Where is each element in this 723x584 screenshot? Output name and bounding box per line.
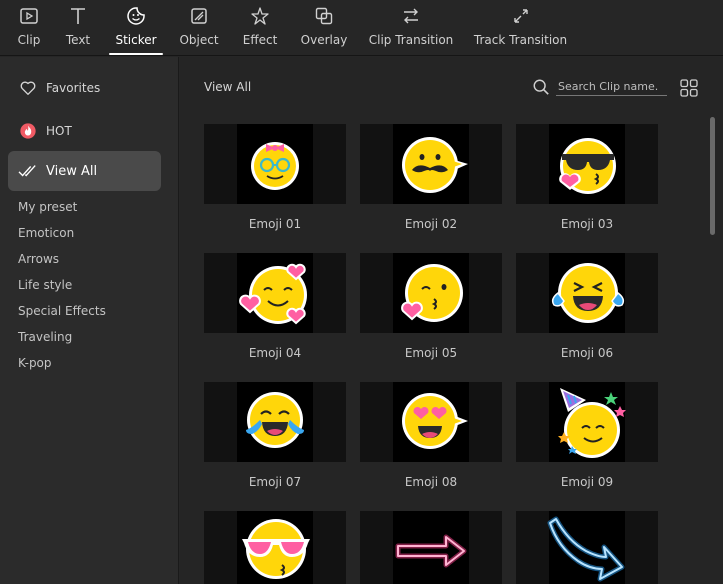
sticker-thumbnail — [204, 124, 346, 204]
emoji-glasses-bow-icon — [251, 142, 299, 190]
sticker-thumbnail — [516, 253, 658, 333]
tab-object[interactable]: Object — [179, 0, 219, 56]
emoji-mustache-icon — [402, 137, 468, 193]
tab-effect[interactable]: Effect — [243, 0, 277, 56]
text-icon — [67, 5, 89, 27]
sticker-card-neon-arrow-blue[interactable] — [516, 511, 658, 584]
sticker-label: Emoji 06 — [560, 346, 614, 360]
grid-view-icon[interactable] — [680, 79, 698, 97]
search-input[interactable] — [556, 78, 667, 96]
object-icon — [188, 5, 210, 27]
effect-icon — [249, 5, 271, 27]
overlay-icon — [313, 5, 335, 27]
tab-clip[interactable]: Clip — [14, 0, 44, 56]
sidebar-category-life-style[interactable]: Life style — [18, 278, 72, 292]
tab-text[interactable]: Text — [64, 0, 92, 56]
sidebar-category-k-pop[interactable]: K-pop — [18, 356, 52, 370]
sticker-thumbnail — [204, 253, 346, 333]
sticker-thumbnail — [516, 511, 658, 584]
clip-icon — [18, 5, 40, 27]
track-transition-icon — [510, 5, 532, 27]
sticker-label: Emoji 08 — [404, 475, 458, 489]
sticker-card-emoji-10[interactable] — [204, 511, 346, 584]
sidebar-category-traveling[interactable]: Traveling — [18, 330, 72, 344]
sticker-label: Emoji 02 — [404, 217, 458, 231]
sticker-label: Emoji 04 — [248, 346, 302, 360]
tab-clip-transition[interactable]: Clip Transition — [369, 0, 453, 56]
top-tab-bar: Clip Text Sticker Object Effect Overlay — [0, 0, 723, 56]
sticker-card-emoji-01[interactable]: Emoji 01 — [204, 124, 346, 231]
emoji-blowing-kiss-icon — [401, 264, 463, 322]
hot-icon — [18, 121, 38, 141]
tab-track-transition[interactable]: Track Transition — [474, 0, 567, 56]
sticker-card-emoji-04[interactable]: Emoji 04 — [204, 253, 346, 360]
sticker-thumbnail — [360, 124, 502, 204]
emoji-heart-eyes-icon — [402, 393, 468, 449]
sticker-thumbnail — [204, 511, 346, 584]
sticker-thumbnail — [204, 382, 346, 462]
sidebar-category-my-preset[interactable]: My preset — [18, 200, 77, 214]
sticker-card-neon-arrow-pink[interactable] — [360, 511, 502, 584]
sticker-card-emoji-02[interactable]: Emoji 02 — [360, 124, 502, 231]
active-tab-underline — [109, 53, 163, 55]
sticker-card-emoji-08[interactable]: Emoji 08 — [360, 382, 502, 489]
sidebar-item-hot[interactable]: HOT — [8, 111, 161, 151]
sticker-card-emoji-07[interactable]: Emoji 07 — [204, 382, 346, 489]
sidebar-category-special-effects[interactable]: Special Effects — [18, 304, 106, 318]
sticker-card-emoji-06[interactable]: Emoji 06 — [516, 253, 658, 360]
tab-sticker[interactable]: Sticker — [109, 0, 163, 56]
sticker-icon — [125, 5, 147, 27]
emoji-pink-sunglasses-icon — [242, 519, 310, 579]
emoji-hearts-icon — [239, 263, 307, 325]
sidebar-category-emoticon[interactable]: Emoticon — [18, 226, 74, 240]
emoji-crying-laughing-icon — [246, 392, 304, 448]
tab-overlay[interactable]: Overlay — [301, 0, 347, 56]
sticker-label: Emoji 07 — [248, 475, 302, 489]
neon-curved-arrow-icon — [547, 516, 625, 582]
sticker-thumbnail — [360, 511, 502, 584]
heart-icon — [18, 78, 38, 98]
sticker-card-emoji-09[interactable]: Emoji 09 — [516, 382, 658, 489]
sticker-thumbnail — [360, 253, 502, 333]
sticker-card-emoji-05[interactable]: Emoji 05 — [360, 253, 502, 360]
sticker-label: Emoji 03 — [560, 217, 614, 231]
emoji-sunglasses-kiss-icon — [559, 138, 616, 194]
neon-arrow-right-icon — [395, 534, 467, 568]
sticker-library: View All Emoji 01 — [180, 57, 723, 584]
emoji-tears-of-joy-icon — [551, 263, 625, 323]
sticker-label: Emoji 01 — [248, 217, 302, 231]
sticker-label: Emoji 09 — [560, 475, 614, 489]
sidebar-item-view-all[interactable]: View All — [8, 151, 161, 191]
vertical-scrollbar[interactable] — [710, 117, 715, 235]
sticker-thumbnail — [516, 382, 658, 462]
search-icon[interactable] — [532, 78, 550, 96]
search-box — [530, 78, 667, 98]
section-title: View All — [204, 80, 252, 94]
sidebar-category-arrows[interactable]: Arrows — [18, 252, 59, 266]
sticker-label: Emoji 05 — [404, 346, 458, 360]
check-icon — [18, 161, 38, 181]
sidebar-item-favorites[interactable]: Favorites — [8, 68, 161, 108]
sticker-thumbnail — [360, 382, 502, 462]
emoji-party-hat-icon — [558, 388, 626, 458]
sidebar: Favorites HOT View All My preset Emotico… — [0, 57, 179, 584]
clip-transition-icon — [400, 5, 422, 27]
sticker-card-emoji-03[interactable]: Emoji 03 — [516, 124, 658, 231]
sticker-thumbnail — [516, 124, 658, 204]
